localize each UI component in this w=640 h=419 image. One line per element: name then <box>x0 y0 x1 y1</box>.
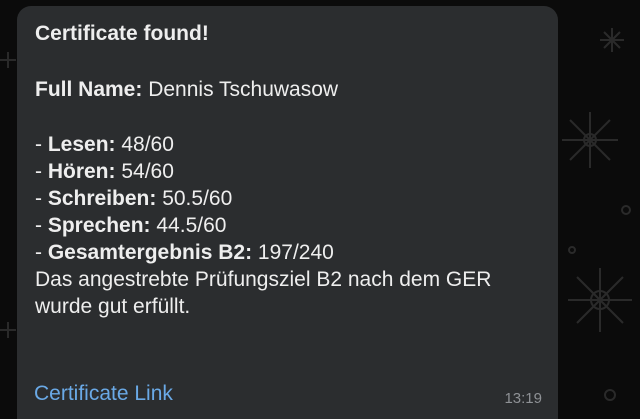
score-label: Lesen: <box>47 133 116 156</box>
score-label: Schreiben: <box>47 187 157 210</box>
description-line-1: Das angestrebte Prüfungsziel B2 nach dem… <box>35 268 492 291</box>
score-line-hoeren: - Hören: 54/60 <box>35 158 558 185</box>
score-line-lesen: - Lesen: 48/60 <box>35 131 558 158</box>
score-label: Gesamtergebnis B2: <box>47 241 253 264</box>
list-dash: - <box>35 241 48 264</box>
full-name-value: Dennis Tschuwasow <box>148 78 339 101</box>
message-bubble: Certificate found! Full Name: Dennis Tsc… <box>17 6 558 419</box>
score-value: 197/240 <box>257 241 334 264</box>
certificate-link[interactable]: Certificate Link <box>34 380 173 408</box>
score-label: Hören: <box>47 160 116 183</box>
full-name-label: Full Name: <box>35 78 143 101</box>
message-timestamp: 13:19 <box>504 390 542 407</box>
score-value: 50.5/60 <box>162 187 233 210</box>
full-name-line: Full Name: Dennis Tschuwasow <box>35 76 558 103</box>
score-value: 48/60 <box>121 133 174 156</box>
score-line-sprechen: - Sprechen: 44.5/60 <box>35 212 558 239</box>
list-dash: - <box>35 133 48 156</box>
score-label: Sprechen: <box>47 214 151 237</box>
list-dash: - <box>35 214 48 237</box>
message-title: Certificate found! <box>35 22 209 45</box>
score-value: 54/60 <box>121 160 174 183</box>
description-line-2: wurde gut erfüllt. <box>35 295 191 318</box>
score-line-schreiben: - Schreiben: 50.5/60 <box>35 185 558 212</box>
score-value: 44.5/60 <box>156 214 227 237</box>
list-dash: - <box>35 160 48 183</box>
list-dash: - <box>35 187 48 210</box>
score-line-gesamt: - Gesamtergebnis B2: 197/240 <box>35 239 558 266</box>
